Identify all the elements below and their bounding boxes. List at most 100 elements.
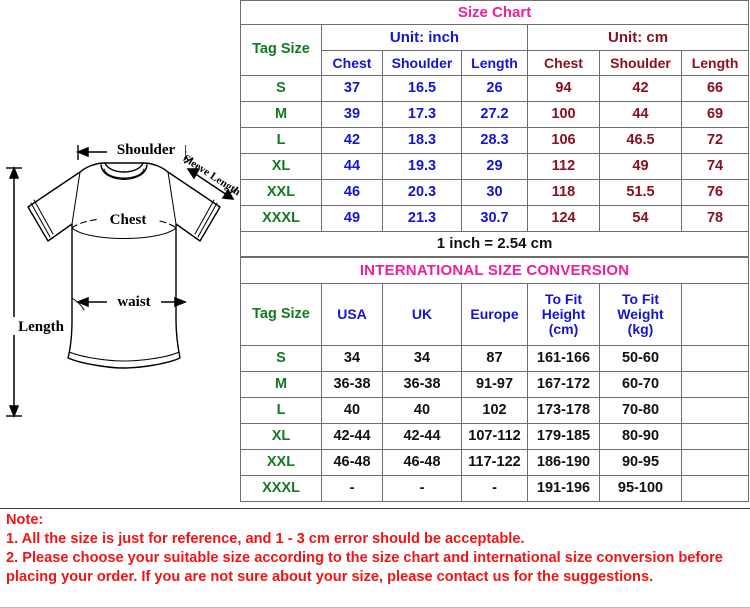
cell-blank <box>680 423 750 450</box>
cell-cm-shoulder: 54 <box>599 205 682 232</box>
international-conversion-title: INTERNATIONAL SIZE CONVERSION <box>239 257 750 284</box>
tshirt-left-armhole-seam <box>71 171 81 225</box>
cell-weight: 80-90 <box>599 423 682 450</box>
cell-inch-chest: 46 <box>321 179 383 206</box>
cell-cm-shoulder: 51.5 <box>599 179 682 206</box>
tshirt-left-cuff-line-2 <box>33 199 54 235</box>
cell-inch-shoulder: 21.3 <box>382 205 462 232</box>
size-label: XXXL <box>240 475 322 502</box>
cell-cm-shoulder: 49 <box>599 153 682 180</box>
waist-label: waist <box>117 294 150 310</box>
cell-usa: 40 <box>321 397 383 424</box>
cell-europe: - <box>461 475 528 502</box>
note-line-1: 1. All the size is just for reference, a… <box>6 531 525 547</box>
tshirt-diagram-svg: Shoulder Sleeve Length Chest Length Leng… <box>0 141 240 419</box>
table-row: XXXL - - - 191-196 95-100 <box>240 475 750 502</box>
cell-weight: 60-70 <box>599 371 682 398</box>
cell-inch-chest: 39 <box>321 101 383 128</box>
table-row: XL 42-44 42-44 107-112 179-185 80-90 <box>240 423 750 450</box>
cell-europe: 91-97 <box>461 371 528 398</box>
tshirt-right-armhole-seam <box>167 171 177 225</box>
size-label: XL <box>240 153 322 180</box>
cell-inch-shoulder: 19.3 <box>382 153 462 180</box>
tshirt-left-cuff-line-1 <box>30 202 51 238</box>
cell-usa: 34 <box>321 345 383 372</box>
tshirt-diagram-panel: Shoulder Sleeve Length Chest Length Leng… <box>0 0 240 508</box>
inch-to-cm-note-row: 1 inch = 2.54 cm <box>239 231 750 257</box>
size-chart-tag-size-header: Tag Size <box>240 24 322 76</box>
size-label: M <box>240 101 322 128</box>
cell-uk: 36-38 <box>382 371 462 398</box>
cell-uk: 40 <box>382 397 462 424</box>
cell-uk: 42-44 <box>382 423 462 450</box>
cell-cm-length: 78 <box>680 205 750 232</box>
note-line-2: 2. Please choose your suitable size acco… <box>6 550 723 585</box>
waist-arrow-head-left <box>75 296 89 308</box>
cell-uk: 46-48 <box>382 449 462 476</box>
cell-cm-chest: 94 <box>527 75 600 102</box>
cell-weight: 50-60 <box>599 345 682 372</box>
cell-europe: 102 <box>461 397 528 424</box>
cell-cm-chest: 100 <box>527 101 600 128</box>
length-arrow-head-top <box>8 165 20 179</box>
cell-blank <box>680 345 750 372</box>
cell-uk: 34 <box>382 345 462 372</box>
size-label: XL <box>240 423 322 450</box>
cell-cm-length: 69 <box>680 101 750 128</box>
tables-panel: Size Chart Tag Size Unit: inch Unit: cm … <box>239 0 750 508</box>
shoulder-label: Shoulder <box>117 142 176 158</box>
table-row: XXXL 49 21.3 30.7 124 54 78 <box>240 205 750 232</box>
table-row: XXL 46 20.3 30 118 51.5 76 <box>240 179 750 206</box>
size-chart-title-row: Size Chart <box>239 0 750 25</box>
size-label: S <box>240 345 322 372</box>
conversion-header-row: Tag Size USA UK Europe To Fit Height (cm… <box>240 283 750 346</box>
cell-inch-chest: 49 <box>321 205 383 232</box>
note-heading: Note: <box>6 512 44 528</box>
cell-height: 186-190 <box>527 449 600 476</box>
cell-cm-chest: 118 <box>527 179 600 206</box>
conv-header-europe: Europe <box>461 283 528 346</box>
table-row: L 42 18.3 28.3 106 46.5 72 <box>240 127 750 154</box>
size-label: L <box>240 397 322 424</box>
waist-arrow-head-right <box>174 296 188 308</box>
cell-inch-chest: 42 <box>321 127 383 154</box>
tshirt-right-cuff-line-2 <box>194 199 215 235</box>
chart-top-area: Shoulder Sleeve Length Chest Length Leng… <box>0 0 750 508</box>
cell-cm-shoulder: 46.5 <box>599 127 682 154</box>
size-label: S <box>240 75 322 102</box>
cell-europe: 87 <box>461 345 528 372</box>
conversion-title-row: INTERNATIONAL SIZE CONVERSION <box>239 257 750 284</box>
size-label: L <box>240 127 322 154</box>
conv-header-blank <box>680 283 750 346</box>
cell-inch-chest: 37 <box>321 75 383 102</box>
cell-cm-length: 76 <box>680 179 750 206</box>
size-label: XXXL <box>240 205 322 232</box>
cell-weight: 95-100 <box>599 475 682 502</box>
header-cm-length: Length <box>680 50 750 76</box>
note-box: Note: 1. All the size is just for refere… <box>0 508 750 608</box>
size-label: XXL <box>240 179 322 206</box>
tshirt-chest-guide-solid <box>71 227 177 239</box>
size-label: XXL <box>240 449 322 476</box>
header-inch-chest: Chest <box>321 50 383 76</box>
size-chart-title: Size Chart <box>239 0 750 25</box>
cell-inch-length: 29 <box>461 153 528 180</box>
conv-header-usa: USA <box>321 283 383 346</box>
cell-cm-chest: 124 <box>527 205 600 232</box>
conv-header-weight-line2: Weight <box>617 306 664 323</box>
table-row: XL 44 19.3 29 112 49 74 <box>240 153 750 180</box>
cell-cm-shoulder: 44 <box>599 101 682 128</box>
conv-header-height-line1: To Fit <box>544 291 583 308</box>
cell-usa: 42-44 <box>321 423 383 450</box>
length-label-text: Length <box>18 319 65 335</box>
size-chart-unit-inch-header: Unit: inch <box>321 24 528 51</box>
size-chart-unit-cm-header: Unit: cm <box>526 24 750 51</box>
tshirt-collar-outer <box>104 162 144 173</box>
international-size-conversion-table: INTERNATIONAL SIZE CONVERSION Tag Size U… <box>239 257 750 502</box>
conv-header-weight-line1: To Fit <box>621 291 660 308</box>
cell-blank <box>680 397 750 424</box>
tshirt-bottom-hem <box>68 351 180 362</box>
cell-blank <box>680 371 750 398</box>
cell-height: 173-178 <box>527 397 600 424</box>
cell-height: 167-172 <box>527 371 600 398</box>
